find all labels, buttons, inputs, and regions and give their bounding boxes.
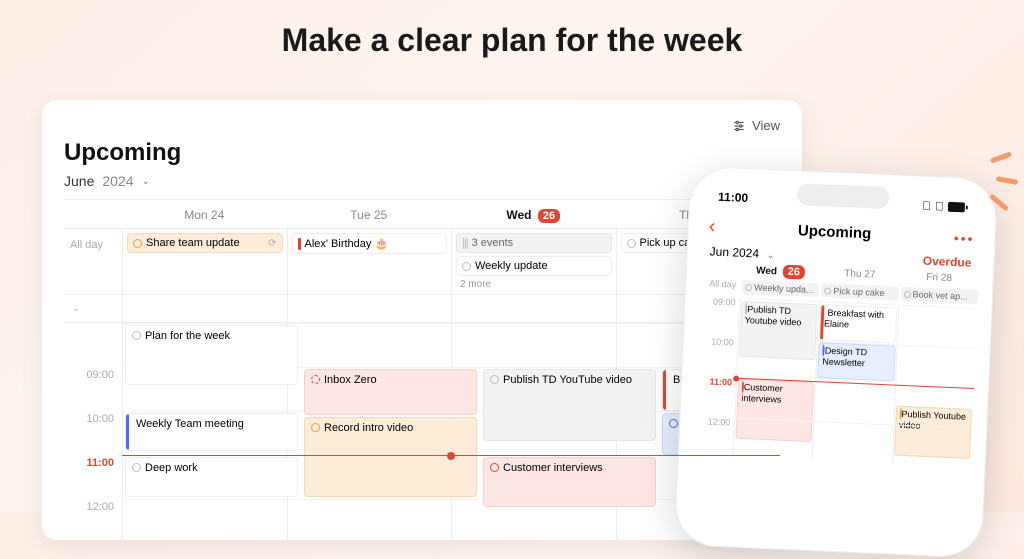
allday-tue[interactable]: Alex' Birthday 🎂 bbox=[287, 229, 452, 295]
task-circle-icon[interactable] bbox=[133, 239, 142, 248]
event-customer-interviews[interactable]: Customer interviews bbox=[483, 457, 656, 507]
phone-allday-event[interactable]: Weekly upda... bbox=[742, 280, 820, 297]
task-circle-icon[interactable] bbox=[132, 463, 141, 472]
event-weekly-meeting[interactable]: Weekly Team meeting bbox=[125, 413, 298, 451]
battery-icon bbox=[948, 202, 968, 213]
task-circle-icon[interactable] bbox=[490, 463, 499, 472]
task-circle-icon[interactable] bbox=[311, 375, 320, 384]
phone-hour-label: 10:00 bbox=[696, 336, 738, 378]
phone-time: 11:00 bbox=[718, 190, 749, 205]
task-circle-icon[interactable] bbox=[311, 423, 320, 432]
allday-wed[interactable]: ||| 3 events Weekly update 2 more bbox=[451, 229, 616, 295]
hour-label-now: 11:00 bbox=[64, 455, 122, 499]
collapse-toggle[interactable]: ⌄ bbox=[64, 295, 122, 323]
phone-allday-label: All day bbox=[700, 278, 741, 294]
phone-day-thu[interactable]: Thu 27 bbox=[820, 267, 900, 282]
view-label: View bbox=[752, 118, 780, 133]
allday-mon[interactable]: Share team update ⟳ bbox=[122, 229, 287, 295]
task-circle-icon[interactable] bbox=[824, 287, 831, 294]
day-header-tue[interactable]: Tue 25 bbox=[287, 200, 452, 229]
event-plan-week[interactable]: Plan for the week bbox=[125, 325, 298, 385]
phone-notch bbox=[797, 183, 890, 209]
allday-event[interactable]: Weekly update bbox=[456, 256, 612, 276]
month-picker[interactable]: June 2024 ⌄ bbox=[64, 173, 780, 189]
allday-events-summary[interactable]: ||| 3 events bbox=[456, 233, 612, 253]
priority-flag-icon bbox=[298, 238, 301, 250]
task-circle-icon[interactable] bbox=[904, 290, 911, 297]
chevron-down-icon: ⌄ bbox=[766, 250, 775, 261]
event-deep-work[interactable]: Deep work bbox=[125, 457, 298, 497]
multi-event-icon: ||| bbox=[462, 237, 468, 249]
phone-hour-label: 12:00 bbox=[693, 416, 735, 458]
today-badge: 26 bbox=[782, 265, 805, 280]
today-badge: 26 bbox=[538, 209, 560, 223]
accent-decoration bbox=[996, 176, 1019, 185]
phone-event-design[interactable]: Design TD Newsletter bbox=[818, 342, 896, 381]
task-circle-icon[interactable] bbox=[132, 331, 141, 340]
hour-label: 09:00 bbox=[64, 367, 122, 411]
hour-label bbox=[64, 323, 122, 367]
task-circle-icon[interactable] bbox=[745, 283, 752, 290]
phone-day-wed[interactable]: Wed 26 bbox=[741, 264, 821, 279]
phone-allday-event[interactable]: Pick up cake bbox=[821, 283, 899, 300]
recurring-icon: ⟳ bbox=[268, 238, 276, 249]
day-header-wed[interactable]: Wed 26 bbox=[451, 200, 616, 229]
chevron-down-icon: ⌄ bbox=[142, 176, 150, 187]
phone-hour-now: 11:00 bbox=[695, 376, 737, 418]
task-circle-icon[interactable] bbox=[669, 419, 678, 428]
phone-hour-label: 09:00 bbox=[698, 296, 740, 338]
phone-event-breakfast[interactable]: Breakfast with Elaine bbox=[819, 304, 897, 343]
month-label: June bbox=[64, 173, 94, 189]
phone-mockup: 11:00 􀙇 􀙈 ‹ Upcoming ••• Jun 2024 ⌄ Over… bbox=[674, 165, 998, 558]
signal-icon: 􀙇 bbox=[922, 199, 932, 213]
calendar-grid: Mon 24 Tue 25 Wed 26 Thu 27 All day Shar… bbox=[64, 199, 780, 543]
now-indicator bbox=[122, 455, 780, 456]
sliders-icon bbox=[732, 119, 746, 133]
phone-day-fri[interactable]: Fri 28 bbox=[899, 271, 979, 286]
phone-allday-event[interactable]: Book vet ap... bbox=[900, 287, 978, 304]
day-header-mon[interactable]: Mon 24 bbox=[122, 200, 287, 229]
event-inbox-zero[interactable]: Inbox Zero bbox=[304, 369, 477, 415]
year-label: 2024 bbox=[102, 173, 133, 189]
view-button[interactable]: View bbox=[64, 118, 780, 133]
section-title: Upcoming bbox=[64, 139, 780, 167]
phone-month-picker[interactable]: Jun 2024 ⌄ bbox=[709, 244, 775, 261]
wifi-icon: 􀙈 bbox=[935, 199, 945, 213]
more-menu-button[interactable]: ••• bbox=[953, 230, 974, 247]
task-circle-icon[interactable] bbox=[490, 375, 499, 384]
hour-label: 12:00 bbox=[64, 499, 122, 543]
event-publish-youtube[interactable]: Publish TD YouTube video bbox=[483, 369, 656, 441]
more-events-link[interactable]: 2 more bbox=[456, 279, 612, 290]
allday-label: All day bbox=[64, 229, 122, 295]
allday-event[interactable]: Share team update ⟳ bbox=[127, 233, 283, 253]
hour-label: 10:00 bbox=[64, 411, 122, 455]
allday-event[interactable]: Alex' Birthday 🎂 bbox=[292, 233, 448, 254]
task-circle-icon[interactable] bbox=[462, 262, 471, 271]
task-circle-icon[interactable] bbox=[627, 239, 636, 248]
accent-decoration bbox=[990, 151, 1012, 163]
overdue-link[interactable]: Overdue bbox=[923, 254, 972, 270]
hero-title: Make a clear plan for the week bbox=[0, 0, 1024, 59]
